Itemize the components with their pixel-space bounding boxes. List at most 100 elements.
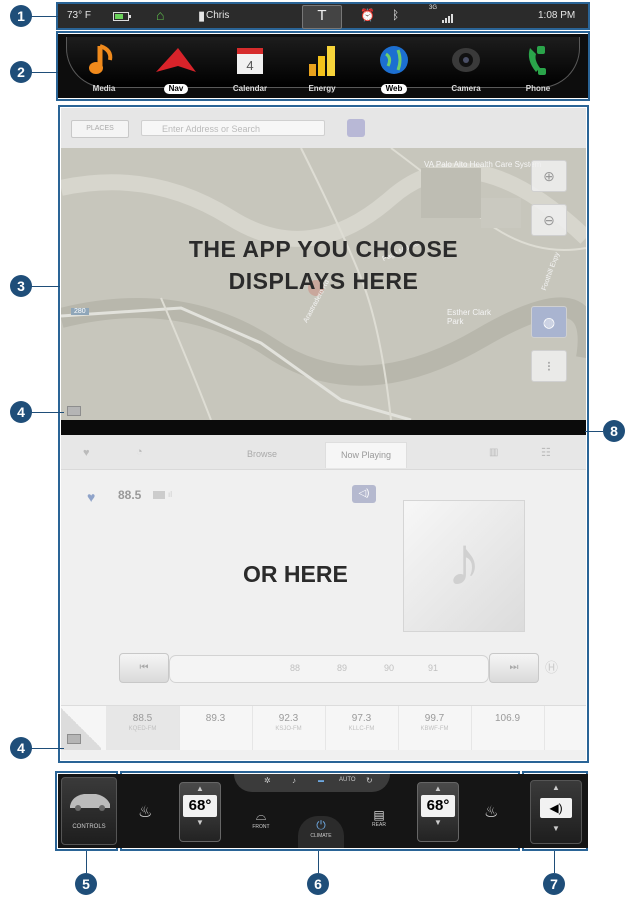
app-nav[interactable]: Nav [146,42,206,96]
map-overlay-line-2: DISPLAYS HERE [228,268,419,294]
preset-button[interactable]: 89.3 [179,706,253,750]
volume-up-icon[interactable]: ▲ [531,783,581,792]
media-overlay-text: OR HERE [243,561,348,587]
preset-button[interactable]: 92.3 KSJO-FM [252,706,326,750]
navigation-icon[interactable] [347,119,365,137]
resize-handle[interactable] [67,406,81,416]
preset-call-sign: KSJO-FM [275,726,302,732]
preset-button[interactable]: 106.9 [471,706,545,750]
home-icon[interactable]: ⌂ [156,7,164,23]
app-energy[interactable]: Energy [292,42,352,96]
map-view[interactable]: VA Palo Alto Health Care System Arastrad… [61,108,586,420]
callout-2: 2 [10,61,32,83]
callout-7: 7 [543,873,565,895]
callout-6: 6 [307,873,329,895]
music-note-icon [86,42,122,78]
front-defrost-icon: ⌓ [255,808,267,823]
driver-temperature-control[interactable]: ▲ 68° ▼ [179,782,221,842]
status-bar: 73° F ⌂ ▮ Chris T ⏰ ᛒ 3G 1:08 PM [58,4,588,29]
preset-button[interactable]: 88.5 KQED-FM [106,706,180,750]
phone-icon [520,42,556,78]
split-divider[interactable] [61,420,586,435]
temp-up-icon[interactable]: ▲ [418,783,458,795]
volume-down-icon[interactable]: ▼ [531,824,581,833]
tab-now-playing[interactable]: Now Playing [325,442,408,468]
callout-1: 1 [10,5,32,27]
map-globe-icon[interactable]: ◍ [531,306,567,338]
callout-leader [30,412,64,413]
zoom-in-icon[interactable]: ⊕ [531,160,567,192]
callout-leader [30,286,60,287]
settings-icon[interactable]: ☷ [541,446,551,459]
airflow-icon[interactable]: ♪ [292,776,296,785]
fan-strip[interactable]: ✲ ♪ ▬ AUTO ↻ [234,774,390,792]
search-input[interactable]: Enter Address or Search [141,120,325,136]
globe-icon [376,42,412,78]
tab-browse[interactable]: Browse [247,449,277,459]
places-button[interactable]: PLACES [71,120,129,138]
tuner-tick: 89 [337,663,348,673]
callout-leader [585,431,603,432]
tuner-bar[interactable]: 88 89 90 91 [169,655,489,683]
app-web[interactable]: Web [364,42,424,96]
temp-down-icon[interactable]: ▼ [418,817,458,829]
history-icon[interactable]: ◔ [136,446,143,458]
preset-bar: 88.5 KQED-FM 89.3 92.3 KSJO-FM 97.3 KLLC… [61,705,586,750]
callout-leader [30,16,58,17]
app-label: Media [92,84,116,93]
fan-mode-icon[interactable]: ✲ [264,776,271,785]
previous-track-button[interactable]: ⏮ [119,653,169,683]
app-label: Energy [308,84,336,93]
fan-auto-label[interactable]: AUTO [339,777,356,783]
next-track-button[interactable]: ⏭ [489,653,539,683]
app-media[interactable]: Media [74,42,134,96]
callout-8: 8 [603,420,625,442]
seat-heater-right-icon[interactable]: ♨ [484,802,498,822]
media-tabs: ♥ ◔ Browse Now Playing ▥ ☷ [61,435,586,470]
seat-heater-left-icon[interactable]: ♨ [138,802,152,822]
equalizer-icon[interactable]: ▥ [489,447,498,458]
preset-frequency: 92.3 [278,713,299,724]
preset-call-sign: KLLC-FM [348,726,375,732]
camera-icon [448,42,484,78]
app-camera[interactable]: Camera [436,42,496,96]
app-dock: Media Nav 4 Calendar Energy Web Camera P… [58,34,588,98]
rear-defrost-icon: ▤ [373,808,385,822]
car-icon [70,794,110,811]
recirculate-icon[interactable]: ↻ [366,776,373,785]
fan-level-indicator: ▬ [318,778,324,784]
map-terrain [61,108,586,420]
resize-handle[interactable] [67,734,81,744]
rear-defrost-button[interactable]: ▤ REAR [364,808,394,828]
app-label: Camera [451,84,481,93]
passenger-temperature-control[interactable]: ▲ 68° ▼ [417,782,459,842]
controls-button[interactable]: CONTROLS [61,777,117,845]
bluetooth-icon: ᛒ [392,8,400,22]
app-phone[interactable]: Phone [508,42,568,96]
radio-signal-icon: ıl [168,490,172,499]
tesla-logo-icon[interactable]: T [302,5,342,29]
traffic-icon[interactable]: ⁝ [531,350,567,382]
preset-button[interactable]: 97.3 KLLC-FM [325,706,399,750]
temp-up-icon[interactable]: ▲ [180,783,220,795]
climate-button[interactable]: ⏻ CLIMATE [298,816,344,848]
media-view: ♥ ◔ Browse Now Playing ▥ ☷ ♥ 88.5 ıl ◁) … [61,435,586,760]
volume-control[interactable]: ▲ ◀) ▼ [530,780,582,844]
network-type: 3G [429,5,438,11]
app-label: Web [380,84,408,94]
tuner-tick: 91 [428,663,439,673]
app-calendar[interactable]: 4 Calendar [220,42,280,96]
preset-frequency: 106.9 [494,713,521,724]
user-name[interactable]: Chris [206,10,229,21]
favorite-icon[interactable]: ♥ [83,447,90,459]
preset-button[interactable]: 99.7 KBWF-FM [398,706,472,750]
zoom-out-icon[interactable]: ⊖ [531,204,567,236]
passenger-temperature: 68° [421,795,455,817]
temp-down-icon[interactable]: ▼ [180,817,220,829]
callout-leader [86,851,87,873]
mute-icon[interactable]: ◁) [352,485,376,503]
favorite-heart-icon[interactable]: ♥ [87,489,95,505]
map-label: VA Palo Alto Health Care System [424,160,542,169]
front-defrost-button[interactable]: ⌓ FRONT [246,808,276,830]
map-label: 280 [71,308,89,315]
